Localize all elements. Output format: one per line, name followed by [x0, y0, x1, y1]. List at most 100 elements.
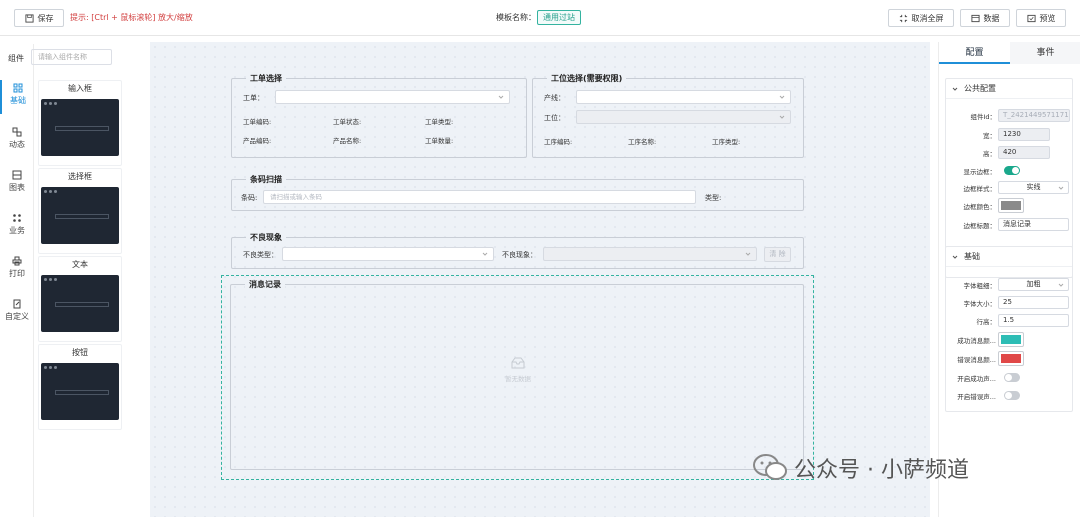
- order-select[interactable]: [275, 90, 510, 104]
- font-weight-value: 加粗: [1026, 280, 1041, 288]
- section-header[interactable]: 基础: [946, 247, 1072, 267]
- chevron-down-icon: [1058, 186, 1064, 190]
- tab-events[interactable]: 事件: [1010, 42, 1080, 64]
- clear-button[interactable]: 清 除: [764, 247, 791, 262]
- width-field[interactable]: 1230: [998, 128, 1050, 141]
- empty-box-icon: [511, 357, 525, 369]
- business-icon: [13, 214, 21, 222]
- component-label: 组件: [8, 54, 24, 63]
- section-title: 基础: [964, 252, 980, 261]
- component-id-field: T_2421449571171: [998, 109, 1070, 122]
- prop-component-id: 组件Id： T_2421449571171: [946, 109, 1074, 123]
- group-title: 消息记录: [245, 279, 285, 290]
- process-field: 工序名称:: [628, 138, 657, 146]
- defect-select[interactable]: [543, 247, 757, 261]
- border-color-picker[interactable]: [998, 198, 1024, 213]
- save-button-label: 保存: [37, 13, 54, 23]
- component-card-button[interactable]: 按钮: [38, 344, 122, 430]
- line-height-input[interactable]: 1.5: [998, 314, 1069, 327]
- prop-error-sound: 开启错误声...: [946, 389, 1074, 403]
- exit-fullscreen-label: 取消全屏: [911, 13, 944, 23]
- grid-icon: [13, 83, 23, 93]
- order-label: 工单：: [243, 94, 264, 102]
- nav-label: 动态: [9, 140, 25, 149]
- component-title: 输入框: [68, 84, 92, 93]
- nav-item-custom[interactable]: 自定义: [0, 296, 34, 330]
- order-field: 工单数量:: [425, 137, 454, 145]
- prop-border-style: 边框样式： 实线: [946, 181, 1074, 195]
- component-thumbnail: [41, 187, 119, 244]
- data-icon: [970, 14, 980, 22]
- chevron-down-icon: [779, 115, 785, 119]
- preview-icon: [1026, 14, 1036, 22]
- data-button[interactable]: 数据: [960, 9, 1010, 27]
- nav-item-business[interactable]: 业务: [0, 210, 34, 244]
- chevron-down-icon: [745, 252, 751, 256]
- component-card-input[interactable]: 输入框: [38, 80, 122, 166]
- template-name-tag[interactable]: 通用过站: [537, 10, 581, 25]
- preview-button[interactable]: 预览: [1016, 9, 1066, 27]
- prop-label: 边框颜色：: [963, 203, 997, 211]
- chevron-down-icon: [952, 255, 958, 259]
- section-header[interactable]: 公共配置: [946, 79, 1072, 99]
- station-select-group[interactable]: 工位选择(需要权限) 产线： 工位： 工序编码: 工序名称: 工序类型:: [532, 73, 804, 158]
- barcode-scan-group[interactable]: 条码扫描 条码: 请扫描或输入条码 类型:: [231, 174, 804, 211]
- line-label: 产线：: [544, 94, 565, 102]
- order-select-group[interactable]: 工单选择 工单： 工单编码: 工单状态: 工单类型: 产品编码: 产品名称: 工…: [231, 73, 527, 158]
- save-button[interactable]: 保存: [14, 9, 64, 27]
- nav-item-chart[interactable]: 图表: [0, 167, 34, 201]
- barcode-type-label: 类型:: [705, 194, 722, 202]
- tab-config[interactable]: 配置: [939, 42, 1010, 64]
- component-card-text[interactable]: 文本: [38, 256, 122, 342]
- success-sound-toggle[interactable]: [1004, 373, 1020, 382]
- font-weight-select[interactable]: 加粗: [998, 278, 1069, 291]
- order-field: 工单状态:: [333, 118, 362, 126]
- process-field: 工序类型:: [712, 138, 741, 146]
- nav-label: 业务: [9, 226, 25, 235]
- component-thumbnail: [41, 99, 119, 156]
- border-style-select[interactable]: 实线: [998, 181, 1069, 194]
- error-sound-toggle[interactable]: [1004, 391, 1020, 400]
- prop-label: 字体粗细：: [963, 282, 997, 290]
- defect-group[interactable]: 不良现象 不良类型： 不良现象： 清 除: [231, 232, 804, 269]
- preview-button-label: 预览: [1039, 13, 1056, 23]
- nav-item-print[interactable]: 打印: [0, 253, 34, 287]
- order-field: 工单类型:: [425, 118, 454, 126]
- watermark-text: 公众号 · 小萨频道: [794, 458, 969, 483]
- nav-item-basic[interactable]: 基础: [0, 80, 34, 114]
- nav-item-dynamic[interactable]: 动态: [0, 124, 34, 158]
- group-title: 不良现象: [246, 232, 286, 243]
- prop-line-height: 行高： 1.5: [946, 314, 1074, 328]
- font-size-input[interactable]: 25: [998, 296, 1069, 309]
- station-select[interactable]: [576, 110, 791, 124]
- prop-success-sound: 开启成功声...: [946, 371, 1074, 385]
- border-title-input[interactable]: 消息记录: [998, 218, 1069, 231]
- component-card-select[interactable]: 选择框: [38, 168, 122, 254]
- order-field: 工单编码:: [243, 118, 272, 126]
- component-search-input[interactable]: 请输入组件名称: [31, 49, 112, 65]
- barcode-input[interactable]: 请扫描或输入条码: [263, 190, 696, 204]
- success-color-picker[interactable]: [998, 332, 1024, 347]
- nav-label: 打印: [9, 269, 25, 278]
- prop-height: 高： 420: [946, 146, 1074, 160]
- success-color-swatch: [1001, 335, 1021, 344]
- printer-icon: [12, 256, 22, 266]
- line-select[interactable]: [576, 90, 791, 104]
- station-label: 工位：: [544, 114, 565, 122]
- show-border-toggle[interactable]: [1004, 166, 1020, 175]
- height-field[interactable]: 420: [998, 146, 1050, 159]
- custom-icon: [13, 299, 21, 309]
- fullscreen-exit-icon: [899, 14, 907, 22]
- save-icon: [24, 13, 34, 23]
- exit-fullscreen-button[interactable]: 取消全屏: [888, 9, 954, 27]
- component-list: 输入框 选择框 文本 按钮: [34, 72, 142, 517]
- error-color-picker[interactable]: [998, 351, 1024, 366]
- barcode-label: 条码:: [241, 194, 258, 202]
- defect-type-label: 不良类型：: [243, 251, 278, 259]
- prop-border-title: 边框标题： 消息记录: [946, 218, 1074, 232]
- empty-state: 暂无数据: [498, 356, 538, 383]
- prop-label: 行高：: [976, 318, 997, 326]
- prop-border-color: 边框颜色：: [946, 198, 1074, 213]
- component-thumbnail: [41, 363, 119, 420]
- defect-type-select[interactable]: [282, 247, 494, 261]
